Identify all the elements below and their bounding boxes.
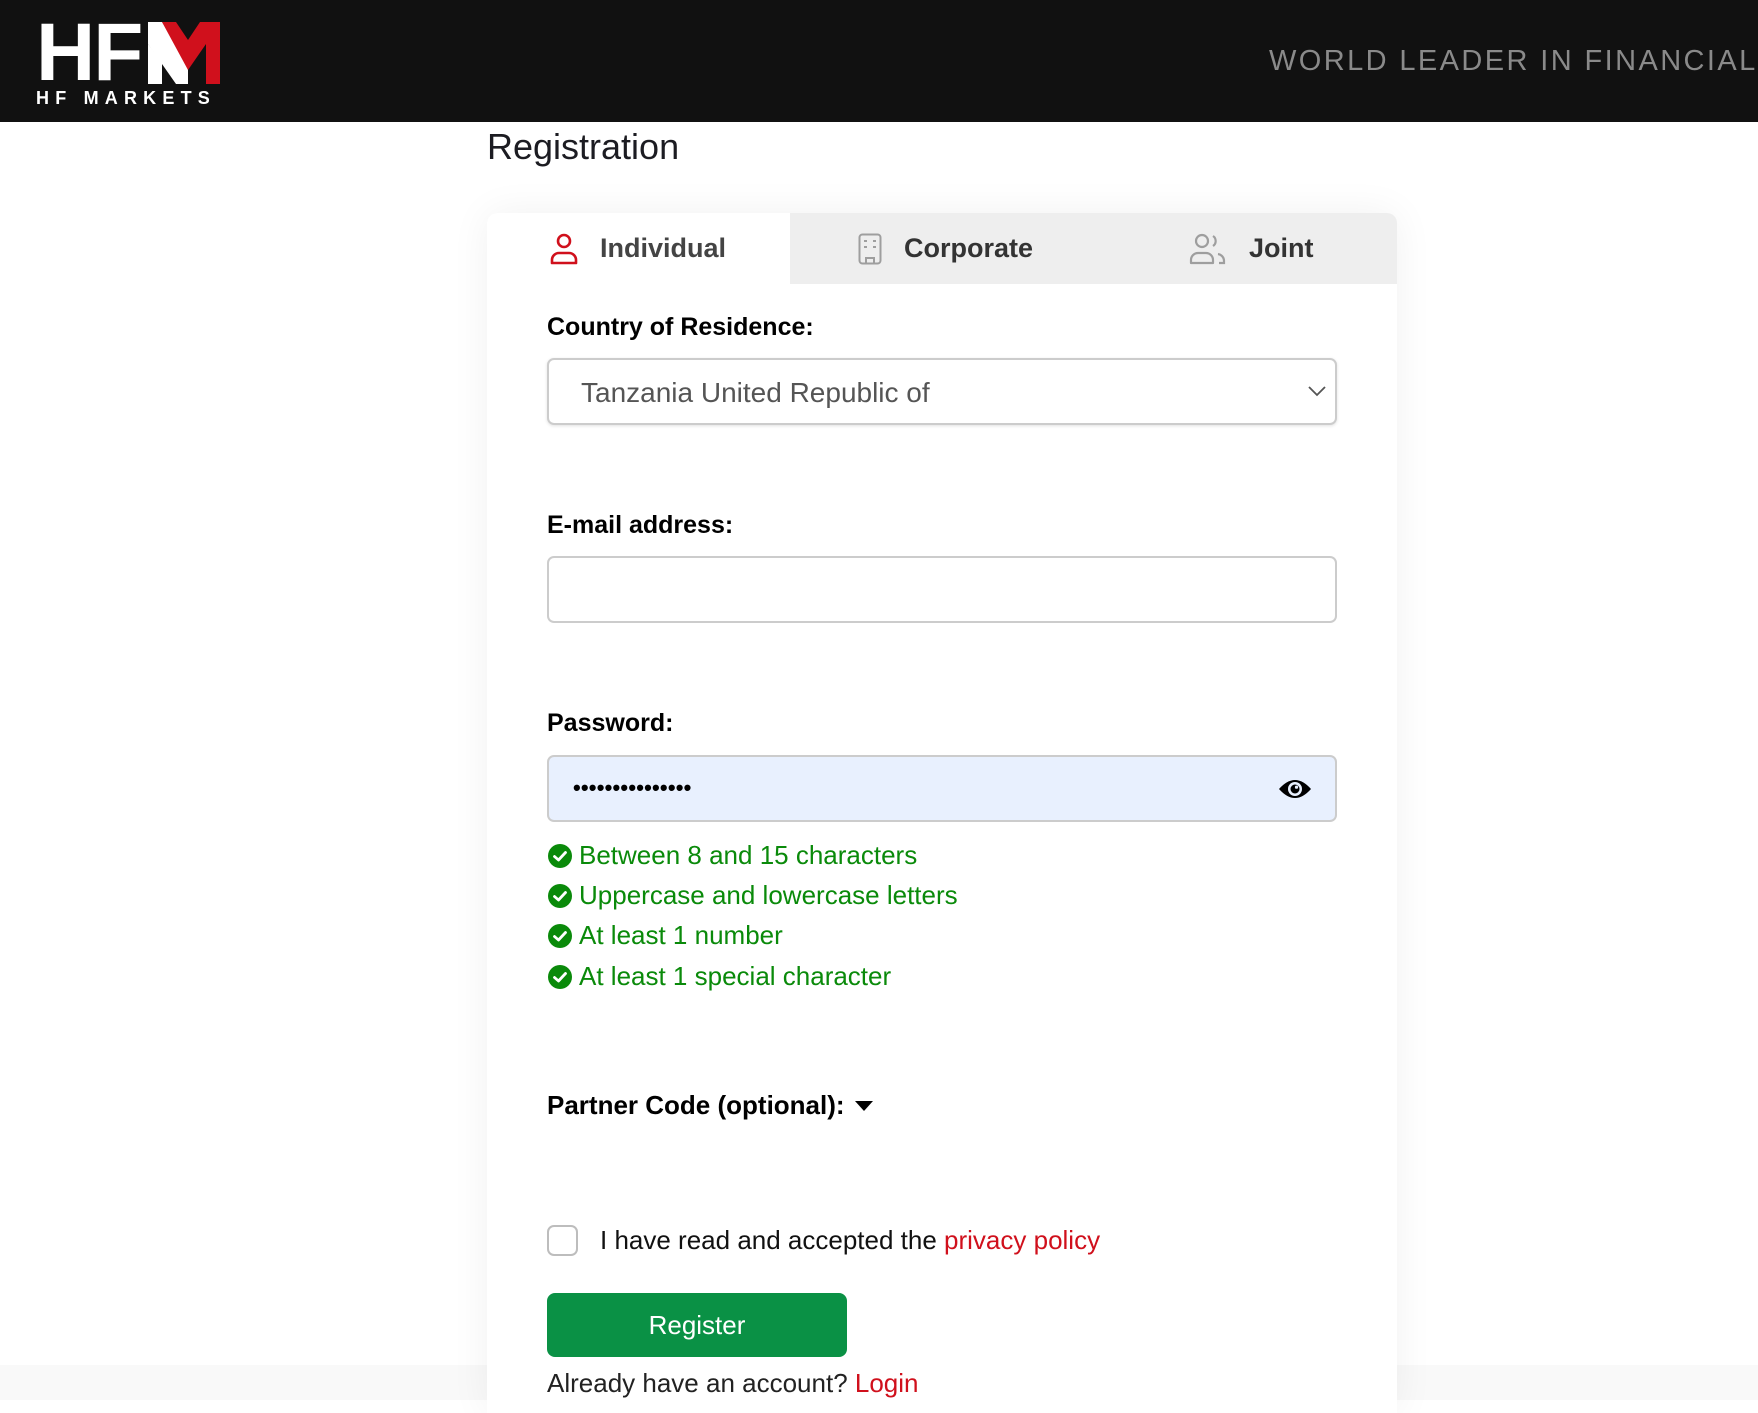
logo-m-icon	[148, 22, 220, 84]
logo-mark-text: HF	[36, 7, 143, 98]
requirement-text: Between 8 and 15 characters	[579, 840, 918, 870]
tab-label: Joint	[1249, 233, 1314, 263]
registration-card: Individual Corporate Joint Country of Re…	[487, 213, 1397, 1413]
requirement-text: Uppercase and lowercase letters	[579, 880, 958, 910]
tab-label: Corporate	[904, 233, 1034, 263]
chevron-down-icon	[1308, 386, 1326, 397]
password-requirement: At least 1 special character	[547, 961, 891, 992]
country-label: Country of Residence:	[547, 313, 814, 341]
privacy-consent: I have read and accepted the privacy pol…	[547, 1225, 1100, 1256]
password-label: Password:	[547, 709, 674, 737]
check-circle-icon	[548, 964, 572, 989]
site-header: HF HF MARKETS WORLD LEADER IN FINANCIAL …	[0, 0, 1758, 122]
privacy-policy-link[interactable]: privacy policy	[944, 1225, 1100, 1255]
check-circle-icon	[548, 883, 572, 908]
login-link[interactable]: Login	[855, 1368, 919, 1398]
hfm-logo[interactable]: HF HF MARKETS	[36, 12, 226, 110]
requirement-text: At least 1 number	[579, 920, 783, 950]
password-requirement: Uppercase and lowercase letters	[547, 880, 958, 911]
login-prompt-text: Already have an account?	[547, 1368, 855, 1398]
password-input[interactable]: •••••••••••••••	[547, 755, 1337, 822]
account-type-tabs: Individual Corporate Joint	[487, 213, 1397, 284]
login-prompt: Already have an account? Login	[547, 1368, 919, 1399]
privacy-checkbox[interactable]	[547, 1225, 578, 1256]
caret-down-icon	[854, 1100, 873, 1111]
password-requirement: Between 8 and 15 characters	[547, 840, 917, 871]
building-icon	[858, 233, 882, 265]
password-requirement: At least 1 number	[547, 920, 783, 951]
check-circle-icon	[548, 843, 572, 868]
consent-text: I have read and accepted the privacy pol…	[600, 1225, 1100, 1256]
register-button[interactable]: Register	[547, 1293, 847, 1357]
tab-joint[interactable]: Joint	[1093, 213, 1397, 284]
partner-code-toggle[interactable]: Partner Code (optional):	[547, 1090, 873, 1121]
tab-individual[interactable]: Individual	[487, 213, 790, 284]
logo-subtitle: HF MARKETS	[36, 88, 216, 108]
tab-label: Individual	[600, 233, 727, 263]
consent-label: I have read and accepted the	[600, 1225, 945, 1255]
country-select[interactable]: Tanzania United Republic of	[547, 358, 1337, 425]
email-label: E-mail address:	[547, 511, 734, 539]
country-value: Tanzania United Republic of	[581, 377, 930, 408]
partner-code-label: Partner Code (optional):	[547, 1090, 845, 1120]
requirement-text: At least 1 special character	[579, 961, 892, 991]
check-circle-icon	[548, 923, 572, 948]
password-value: •••••••••••••••	[573, 775, 692, 800]
email-input[interactable]	[547, 556, 1337, 623]
person-icon	[550, 233, 578, 265]
eye-icon[interactable]	[1277, 773, 1313, 805]
header-tagline: WORLD LEADER IN FINANCIAL T	[1269, 45, 1758, 77]
users-icon	[1189, 233, 1227, 265]
tab-corporate[interactable]: Corporate	[790, 213, 1093, 284]
page-title: Registration	[487, 126, 680, 167]
